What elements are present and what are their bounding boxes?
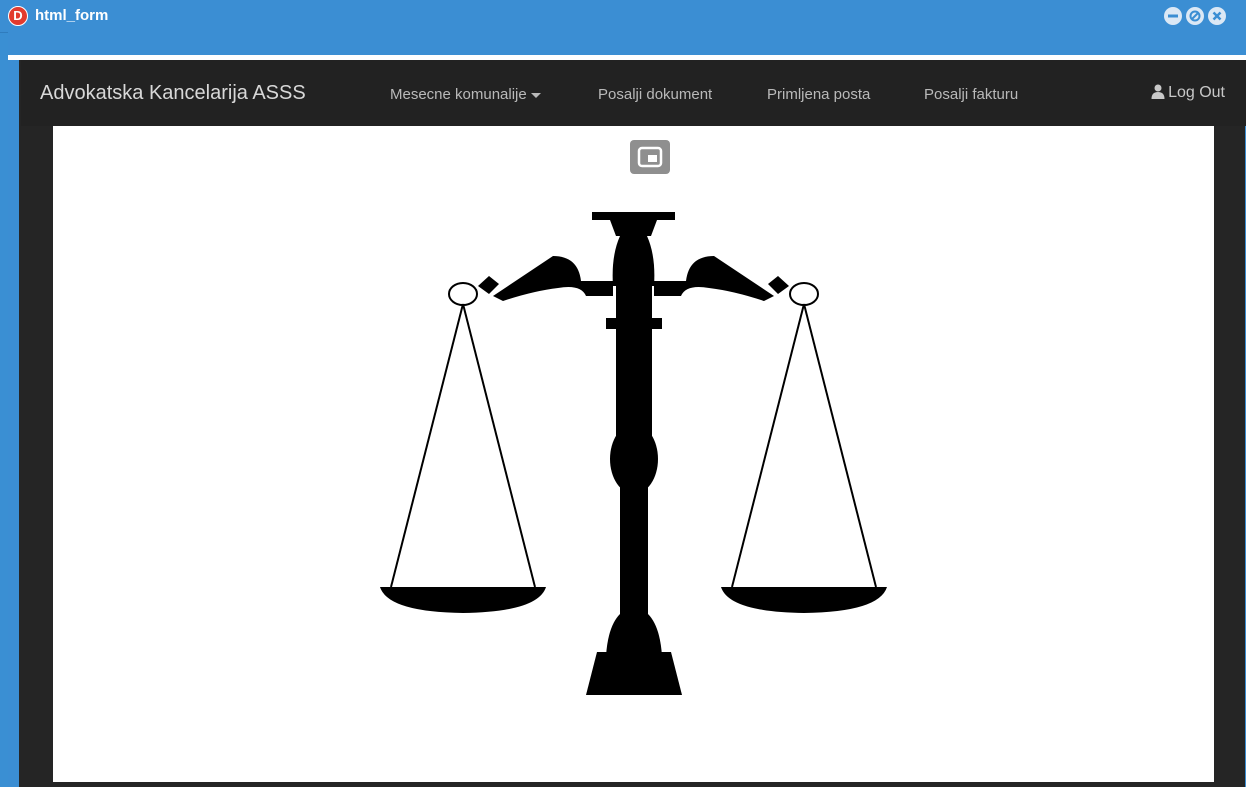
minimize-button[interactable]	[1164, 7, 1182, 25]
nav-item-label: Posalji fakturu	[924, 86, 1019, 103]
nav-item-label: Posalji dokument	[598, 86, 713, 103]
navbar-brand[interactable]: Advokatska Kancelarija ASSS	[40, 82, 306, 105]
main-content	[53, 126, 1214, 782]
close-button[interactable]	[1208, 7, 1226, 25]
app-logo-icon: D	[8, 6, 28, 26]
user-icon	[1151, 84, 1165, 104]
logout-link[interactable]: Log Out	[1151, 84, 1225, 104]
maximize-button[interactable]	[1186, 7, 1204, 25]
nav-item-posalji-dokument[interactable]: Posalji dokument	[598, 86, 712, 103]
nav-item-posalji-fakturu[interactable]: Posalji fakturu	[924, 86, 1018, 103]
nav-item-label: Primljena posta	[767, 86, 871, 103]
caret-down-icon	[530, 92, 541, 98]
scales-of-justice-icon	[380, 212, 887, 695]
nav-item-mesecne-komunalije[interactable]: Mesecne komunalije	[390, 86, 541, 103]
window-titlebar: D html_form	[0, 0, 1246, 33]
nav-item-label: Mesecne komunalije	[390, 86, 527, 103]
window-title: html_form	[35, 7, 109, 24]
logout-label: Log Out	[1168, 84, 1225, 101]
nav-item-primljena-posta[interactable]: Primljena posta	[767, 86, 870, 103]
navbar: Advokatska Kancelarija ASSS Mesecne komu…	[21, 60, 1246, 126]
